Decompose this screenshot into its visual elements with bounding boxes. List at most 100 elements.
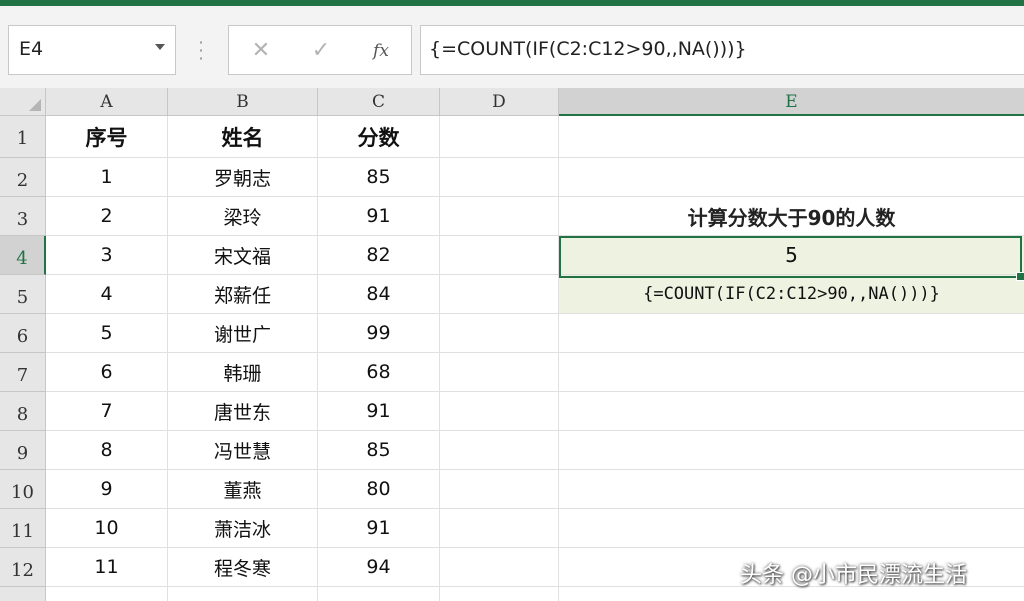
cell-e11[interactable] xyxy=(559,509,1024,548)
cell-d7[interactable] xyxy=(440,353,559,392)
table-row: 7 唐世东 91 xyxy=(46,392,1024,431)
table-row: 序号 姓名 分数 xyxy=(46,116,1024,158)
table-row: 2 梁玲 91 计算分数大于90的人数 xyxy=(46,197,1024,236)
select-all-corner[interactable] xyxy=(0,88,46,116)
row-header-5[interactable]: 5 xyxy=(0,275,46,314)
row-header-3[interactable]: 3 xyxy=(0,197,46,236)
row-header-6[interactable]: 6 xyxy=(0,314,46,353)
row-header-7[interactable]: 7 xyxy=(0,353,46,392)
column-header-b[interactable]: B xyxy=(168,88,318,116)
insert-function-icon[interactable]: fx xyxy=(361,36,401,66)
cell-c3[interactable]: 91 xyxy=(318,197,440,236)
cell-d9[interactable] xyxy=(440,431,559,470)
cell-a7[interactable]: 6 xyxy=(46,353,168,392)
cell-d12[interactable] xyxy=(440,548,559,587)
cell-a2[interactable]: 1 xyxy=(46,158,168,197)
row-header-9[interactable]: 9 xyxy=(0,431,46,470)
row-header-1[interactable]: 1 xyxy=(0,116,46,158)
cell-a8[interactable]: 7 xyxy=(46,392,168,431)
cell-d10[interactable] xyxy=(440,470,559,509)
row-header-8[interactable]: 8 xyxy=(0,392,46,431)
cell-c4[interactable]: 82 xyxy=(318,236,440,275)
cell-b1[interactable]: 姓名 xyxy=(168,116,318,158)
cell-b2[interactable]: 罗朝志 xyxy=(168,158,318,197)
table-row: 9 董燕 80 xyxy=(46,470,1024,509)
formula-input[interactable]: {=COUNT(IF(C2:C12>90,,NA()))} xyxy=(420,25,1024,75)
cell-d5[interactable] xyxy=(440,275,559,314)
cell-c2[interactable]: 85 xyxy=(318,158,440,197)
column-header-d[interactable]: D xyxy=(440,88,559,116)
column-header-c[interactable]: C xyxy=(318,88,440,116)
select-all-icon xyxy=(29,99,41,111)
cell-c6[interactable]: 99 xyxy=(318,314,440,353)
cell-d2[interactable] xyxy=(440,158,559,197)
watermark: 头条 @小市民漂流生活 xyxy=(740,563,967,588)
cell-e8[interactable] xyxy=(559,392,1024,431)
cell-e2[interactable] xyxy=(559,158,1024,197)
more-options-icon[interactable]: · · · xyxy=(196,35,206,67)
cell-a13[interactable] xyxy=(46,587,168,601)
fill-handle[interactable] xyxy=(1016,272,1024,281)
cell-d4[interactable] xyxy=(440,236,559,275)
cell-b7[interactable]: 韩珊 xyxy=(168,353,318,392)
column-header-e[interactable]: E xyxy=(559,88,1024,116)
cell-c13[interactable] xyxy=(318,587,440,601)
cancel-icon[interactable]: ✕ xyxy=(241,36,281,66)
cell-a11[interactable]: 10 xyxy=(46,509,168,548)
cell-e9[interactable] xyxy=(559,431,1024,470)
row-header-2[interactable]: 2 xyxy=(0,158,46,197)
cell-e13[interactable] xyxy=(559,587,1024,601)
table-row: 8 冯世慧 85 xyxy=(46,431,1024,470)
cell-a1[interactable]: 序号 xyxy=(46,116,168,158)
cell-b10[interactable]: 董燕 xyxy=(168,470,318,509)
cell-e6[interactable] xyxy=(559,314,1024,353)
cell-e7[interactable] xyxy=(559,353,1024,392)
cell-b12[interactable]: 程冬寒 xyxy=(168,548,318,587)
cell-e1[interactable] xyxy=(559,116,1024,158)
cell-b8[interactable]: 唐世东 xyxy=(168,392,318,431)
cell-e5-formula[interactable]: {=COUNT(IF(C2:C12>90,,NA()))} xyxy=(559,275,1024,314)
cell-c10[interactable]: 80 xyxy=(318,470,440,509)
formula-buttons: ✕ ✓ fx xyxy=(228,25,412,75)
cell-c9[interactable]: 85 xyxy=(318,431,440,470)
row-header-13[interactable]: 13 xyxy=(0,587,46,601)
cell-a9[interactable]: 8 xyxy=(46,431,168,470)
cell-a5[interactable]: 4 xyxy=(46,275,168,314)
cell-c12[interactable]: 94 xyxy=(318,548,440,587)
formula-text: {=COUNT(IF(C2:C12>90,,NA()))} xyxy=(429,38,747,60)
cell-d3[interactable] xyxy=(440,197,559,236)
chevron-down-icon[interactable] xyxy=(155,44,165,50)
cell-d11[interactable] xyxy=(440,509,559,548)
name-box[interactable]: E4 xyxy=(8,25,176,75)
cell-a10[interactable]: 9 xyxy=(46,470,168,509)
row-header-12[interactable]: 12 xyxy=(0,548,46,587)
cell-a6[interactable]: 5 xyxy=(46,314,168,353)
cell-d13[interactable] xyxy=(440,587,559,601)
cell-b3[interactable]: 梁玲 xyxy=(168,197,318,236)
cell-a3[interactable]: 2 xyxy=(46,197,168,236)
cell-e10[interactable] xyxy=(559,470,1024,509)
column-header-a[interactable]: A xyxy=(46,88,168,116)
cell-e3[interactable]: 计算分数大于90的人数 xyxy=(559,197,1024,236)
cell-a4[interactable]: 3 xyxy=(46,236,168,275)
cell-b9[interactable]: 冯世慧 xyxy=(168,431,318,470)
cell-c1[interactable]: 分数 xyxy=(318,116,440,158)
cell-d8[interactable] xyxy=(440,392,559,431)
cell-b4[interactable]: 宋文福 xyxy=(168,236,318,275)
cell-b13[interactable] xyxy=(168,587,318,601)
cell-b6[interactable]: 谢世广 xyxy=(168,314,318,353)
cell-d6[interactable] xyxy=(440,314,559,353)
cell-d1[interactable] xyxy=(440,116,559,158)
cell-c11[interactable]: 91 xyxy=(318,509,440,548)
row-header-4[interactable]: 4 xyxy=(0,236,46,275)
row-header-11[interactable]: 11 xyxy=(0,509,46,548)
cell-e4-result[interactable]: 5 xyxy=(559,236,1024,275)
row-header-10[interactable]: 10 xyxy=(0,470,46,509)
cell-a12[interactable]: 11 xyxy=(46,548,168,587)
cell-b11[interactable]: 萧洁冰 xyxy=(168,509,318,548)
cell-b5[interactable]: 郑薪任 xyxy=(168,275,318,314)
cell-c7[interactable]: 68 xyxy=(318,353,440,392)
cell-c5[interactable]: 84 xyxy=(318,275,440,314)
enter-icon[interactable]: ✓ xyxy=(301,36,341,66)
cell-c8[interactable]: 91 xyxy=(318,392,440,431)
